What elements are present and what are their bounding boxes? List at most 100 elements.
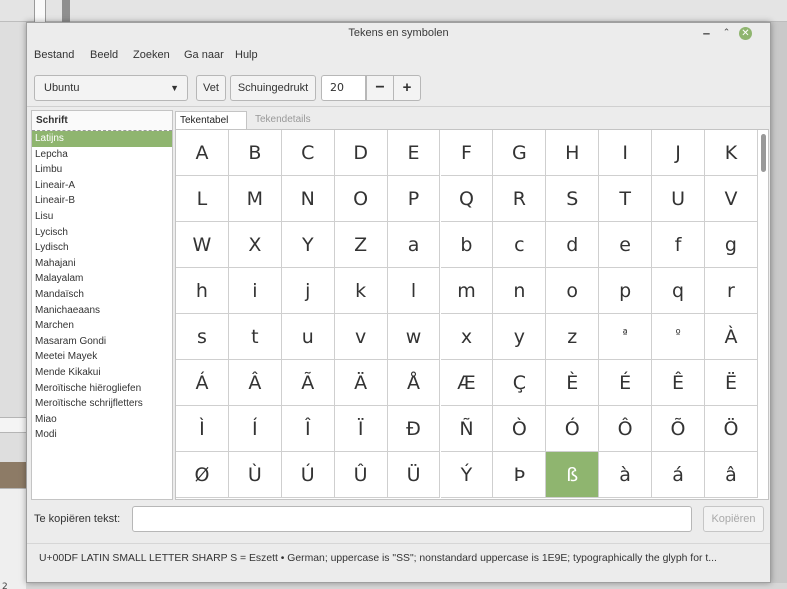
character-cell[interactable]: Æ bbox=[440, 360, 494, 406]
character-cell[interactable]: Ä bbox=[334, 360, 388, 406]
character-cell[interactable]: S bbox=[546, 176, 600, 222]
character-cell[interactable]: a bbox=[387, 222, 441, 268]
character-cell[interactable]: n bbox=[493, 268, 547, 314]
character-cell[interactable]: k bbox=[334, 268, 388, 314]
character-cell[interactable]: g bbox=[705, 222, 758, 268]
character-cell[interactable]: à bbox=[599, 452, 653, 498]
title-bar[interactable]: Tekens en symbolen ‒ ⌃ ✕ bbox=[27, 23, 770, 45]
character-cell[interactable]: È bbox=[546, 360, 600, 406]
script-list-item[interactable]: Latijns bbox=[32, 131, 172, 147]
character-cell[interactable]: G bbox=[493, 130, 547, 176]
character-cell[interactable]: A bbox=[176, 130, 229, 176]
decrease-size-button[interactable]: − bbox=[366, 75, 394, 101]
character-cell[interactable]: l bbox=[387, 268, 441, 314]
minimize-button[interactable]: ‒ bbox=[699, 26, 714, 41]
character-cell[interactable]: º bbox=[652, 314, 705, 360]
character-cell[interactable]: t bbox=[228, 314, 282, 360]
character-cell[interactable]: s bbox=[176, 314, 229, 360]
character-cell[interactable]: M bbox=[228, 176, 282, 222]
character-cell[interactable]: ª bbox=[599, 314, 653, 360]
character-cell[interactable]: D bbox=[334, 130, 388, 176]
character-cell[interactable]: Â bbox=[228, 360, 282, 406]
vertical-scrollbar[interactable] bbox=[761, 134, 766, 172]
script-list-item[interactable]: Miao bbox=[32, 412, 172, 428]
menu-bestand[interactable]: Bestand bbox=[34, 49, 74, 61]
character-cell[interactable]: K bbox=[705, 130, 758, 176]
script-list-item[interactable]: Mahajani bbox=[32, 256, 172, 272]
script-list-item[interactable]: Manichaeaans bbox=[32, 303, 172, 319]
menu-zoeken[interactable]: Zoeken bbox=[133, 49, 170, 61]
character-cell[interactable]: ß bbox=[546, 452, 600, 498]
character-cell[interactable]: Y bbox=[281, 222, 335, 268]
character-cell[interactable]: P bbox=[387, 176, 441, 222]
character-cell[interactable]: V bbox=[705, 176, 758, 222]
menu-ga-naar[interactable]: Ga naar bbox=[184, 49, 224, 61]
character-cell[interactable]: X bbox=[228, 222, 282, 268]
character-cell[interactable]: e bbox=[599, 222, 653, 268]
character-cell[interactable]: z bbox=[546, 314, 600, 360]
character-cell[interactable]: Í bbox=[228, 406, 282, 452]
character-cell[interactable]: Ï bbox=[334, 406, 388, 452]
script-list-item[interactable]: Malayalam bbox=[32, 271, 172, 287]
font-size-input[interactable]: 20 bbox=[321, 75, 366, 101]
increase-size-button[interactable]: + bbox=[393, 75, 421, 101]
character-cell[interactable]: Þ bbox=[493, 452, 547, 498]
character-cell[interactable]: C bbox=[281, 130, 335, 176]
character-cell[interactable]: R bbox=[493, 176, 547, 222]
script-list-item[interactable]: Lydisch bbox=[32, 240, 172, 256]
script-list-item[interactable]: Masaram Gondi bbox=[32, 334, 172, 350]
maximize-button[interactable]: ⌃ bbox=[719, 26, 734, 41]
character-cell[interactable]: Ú bbox=[281, 452, 335, 498]
character-cell[interactable]: h bbox=[176, 268, 229, 314]
script-list-item[interactable]: Lineair-A bbox=[32, 178, 172, 194]
character-cell[interactable]: w bbox=[387, 314, 441, 360]
character-cell[interactable]: Ã bbox=[281, 360, 335, 406]
character-cell[interactable]: J bbox=[652, 130, 705, 176]
character-cell[interactable]: Ð bbox=[387, 406, 441, 452]
character-cell[interactable]: o bbox=[546, 268, 600, 314]
script-list[interactable]: Schrift Latijns Lepcha Limbu Lineair-A Linea… bbox=[31, 110, 173, 500]
character-cell[interactable]: Ö bbox=[705, 406, 758, 452]
script-list-item[interactable]: Meetei Mayek bbox=[32, 349, 172, 365]
menu-hulp[interactable]: Hulp bbox=[235, 49, 258, 61]
character-cell[interactable]: U bbox=[652, 176, 705, 222]
character-cell[interactable]: E bbox=[387, 130, 441, 176]
character-cell[interactable]: q bbox=[652, 268, 705, 314]
copy-text-input[interactable] bbox=[132, 506, 692, 532]
script-list-item[interactable]: Mende Kikakui bbox=[32, 365, 172, 381]
menu-beeld[interactable]: Beeld bbox=[90, 49, 118, 61]
character-cell[interactable]: b bbox=[440, 222, 494, 268]
character-cell[interactable]: u bbox=[281, 314, 335, 360]
script-list-item[interactable]: Meroïtische schrijfletters bbox=[32, 396, 172, 412]
character-cell[interactable]: L bbox=[176, 176, 229, 222]
character-cell[interactable]: Û bbox=[334, 452, 388, 498]
character-cell[interactable]: Ü bbox=[387, 452, 441, 498]
character-cell[interactable]: Z bbox=[334, 222, 388, 268]
italic-toggle-button[interactable]: Schuingedrukt bbox=[230, 75, 316, 101]
character-cell[interactable]: v bbox=[334, 314, 388, 360]
character-cell[interactable]: Ó bbox=[546, 406, 600, 452]
character-cell[interactable]: N bbox=[281, 176, 335, 222]
character-cell[interactable]: Ê bbox=[652, 360, 705, 406]
character-cell[interactable]: Q bbox=[440, 176, 494, 222]
script-list-item[interactable]: Lepcha bbox=[32, 147, 172, 163]
character-cell[interactable]: i bbox=[228, 268, 282, 314]
script-list-item[interactable]: Lisu bbox=[32, 209, 172, 225]
character-cell[interactable]: Ç bbox=[493, 360, 547, 406]
character-cell[interactable]: j bbox=[281, 268, 335, 314]
tab-character-details[interactable]: Tekendetails bbox=[251, 111, 327, 129]
character-cell[interactable]: À bbox=[705, 314, 758, 360]
character-cell[interactable]: Õ bbox=[652, 406, 705, 452]
character-cell[interactable]: H bbox=[546, 130, 600, 176]
character-cell[interactable]: d bbox=[546, 222, 600, 268]
character-cell[interactable]: O bbox=[334, 176, 388, 222]
character-cell[interactable]: Ý bbox=[440, 452, 494, 498]
character-cell[interactable]: Á bbox=[176, 360, 229, 406]
tab-character-table[interactable]: Tekentabel bbox=[175, 111, 247, 129]
character-cell[interactable]: c bbox=[493, 222, 547, 268]
character-cell[interactable]: Å bbox=[387, 360, 441, 406]
character-cell[interactable]: T bbox=[599, 176, 653, 222]
script-list-item[interactable]: Lycisch bbox=[32, 225, 172, 241]
character-cell[interactable]: á bbox=[652, 452, 705, 498]
character-cell[interactable]: Ò bbox=[493, 406, 547, 452]
